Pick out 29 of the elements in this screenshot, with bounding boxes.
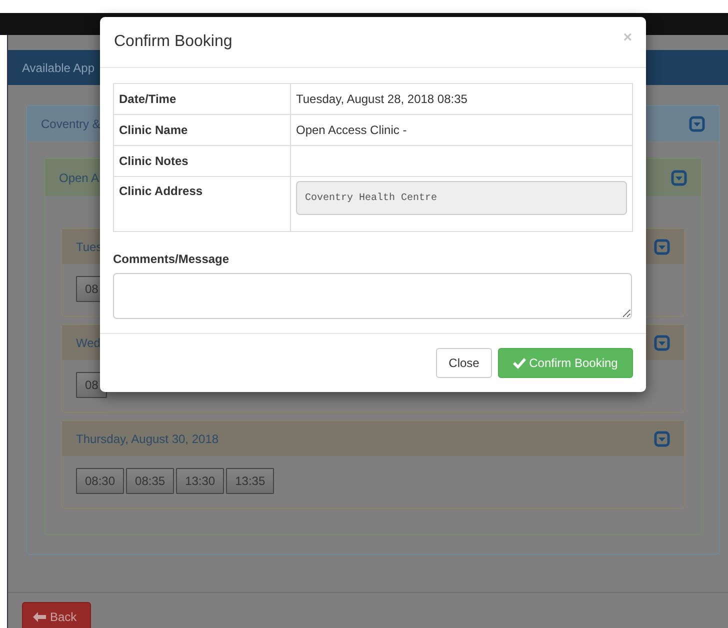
detail-value: Tuesday, August 28, 2018 08:35 bbox=[296, 92, 468, 106]
left-arrow-icon bbox=[33, 612, 46, 622]
comments-field[interactable] bbox=[113, 273, 632, 319]
time-slot-button[interactable]: 13:35 bbox=[226, 468, 274, 494]
time-slot-button[interactable]: 08:30 bbox=[76, 468, 124, 494]
back-button[interactable]: Back bbox=[22, 602, 91, 628]
time-slot-button[interactable]: 08:35 bbox=[126, 468, 174, 494]
address-field: Coventry Health Centre bbox=[296, 181, 627, 215]
detail-label: Clinic Name bbox=[119, 123, 188, 137]
clinic-title: Open A bbox=[59, 170, 100, 184]
collapse-toggle-icon[interactable] bbox=[654, 238, 670, 254]
day-title: Wed bbox=[76, 336, 100, 350]
collapse-toggle-icon[interactable] bbox=[671, 170, 687, 186]
detail-value: Open Access Clinic - bbox=[296, 123, 407, 137]
collapse-toggle-icon[interactable] bbox=[689, 116, 705, 132]
close-button[interactable]: Close bbox=[436, 348, 492, 378]
time-slot-button[interactable]: 13:30 bbox=[176, 468, 224, 494]
collapse-toggle-icon[interactable] bbox=[654, 430, 670, 446]
modal-title: Confirm Booking bbox=[114, 33, 232, 51]
detail-label: Clinic Address bbox=[119, 184, 203, 198]
collapse-toggle-icon[interactable] bbox=[654, 334, 670, 350]
page-header-title: Available App bbox=[22, 60, 95, 74]
detail-label: Date/Time bbox=[119, 92, 176, 106]
region-title: Coventry & bbox=[41, 116, 100, 130]
day-title: Thursday, August 30, 2018 bbox=[76, 432, 219, 446]
confirm-booking-button[interactable]: Confirm Booking bbox=[498, 348, 633, 378]
comments-label: Comments/Message bbox=[113, 252, 230, 266]
detail-label: Clinic Notes bbox=[119, 154, 188, 168]
check-icon bbox=[513, 358, 526, 368]
